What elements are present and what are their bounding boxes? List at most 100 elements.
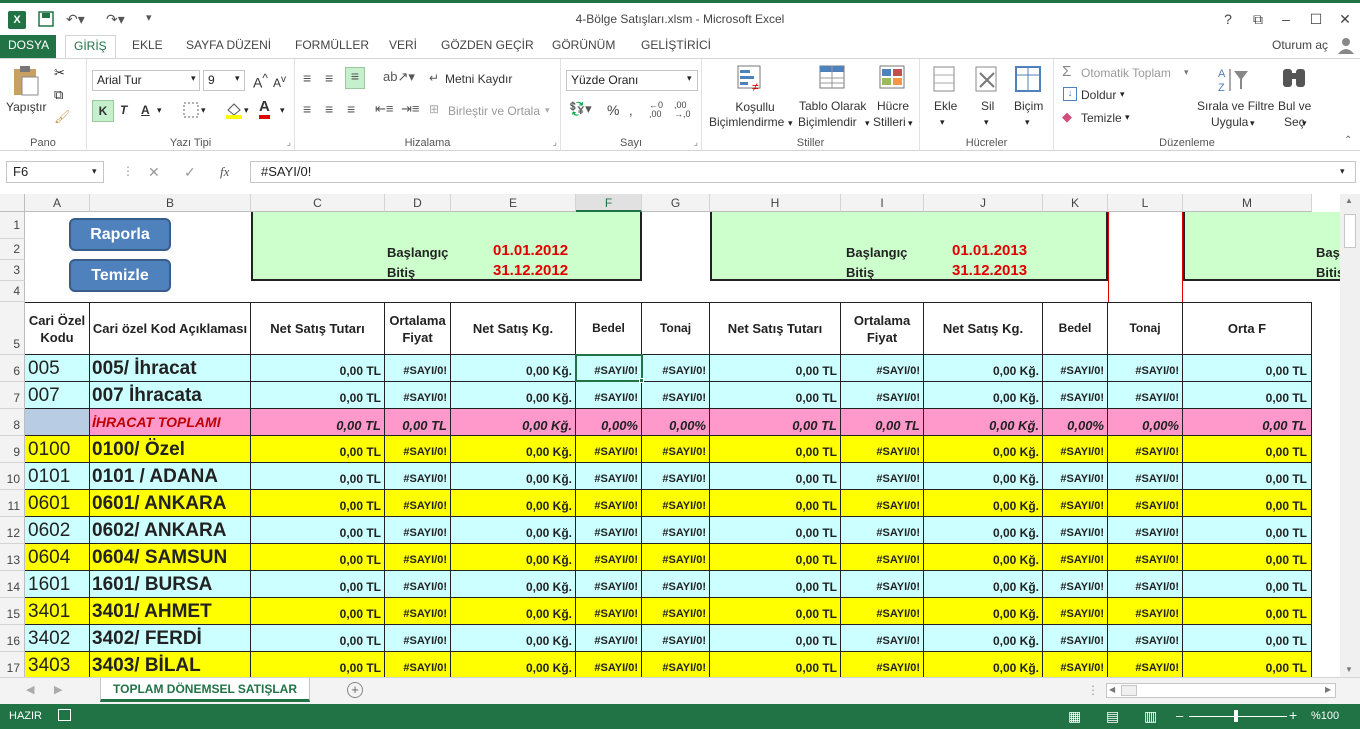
border-icon[interactable] xyxy=(183,102,199,121)
table-cell-m[interactable]: 0,00 TL#SA xyxy=(1183,355,1312,382)
table-cell-i[interactable]: #SAYI/0! xyxy=(841,625,924,652)
font-name-box[interactable]: Arial Tur xyxy=(92,70,200,91)
name-box-dropdown-icon[interactable]: ▾ xyxy=(92,166,97,177)
cari-description-cell[interactable]: İHRACAT TOPLAMI xyxy=(90,409,251,436)
row-header-6[interactable]: 6 xyxy=(0,355,25,382)
tab-file[interactable]: DOSYA xyxy=(0,35,56,58)
table-cell-l[interactable]: #SAYI/0! xyxy=(1108,382,1183,409)
conditional-format-label-1[interactable]: Koşullu xyxy=(730,99,780,115)
cari-description-cell[interactable]: 007 İhracata xyxy=(90,382,251,409)
wrap-text-button[interactable]: Metni Kaydır xyxy=(445,72,512,86)
table-cell-d[interactable]: #SAYI/0! xyxy=(385,490,451,517)
row-header-17[interactable]: 17 xyxy=(0,652,25,677)
table-cell-e[interactable]: 0,00 Kğ. xyxy=(451,409,576,436)
table-cell-e[interactable]: 0,00 Kğ. xyxy=(451,463,576,490)
table-cell-l[interactable]: 0,00% xyxy=(1108,409,1183,436)
format-painter-icon[interactable]: 🖌 xyxy=(54,109,71,125)
underline-button[interactable]: A xyxy=(141,103,150,117)
table-cell-d[interactable]: #SAYI/0! xyxy=(385,652,451,677)
find-select-label-1[interactable]: Bul ve xyxy=(1278,99,1311,113)
vertical-scrollbar[interactable]: ▲ ▼ xyxy=(1340,194,1360,677)
paste-button[interactable]: Yapıştır xyxy=(6,100,46,114)
table-cell-j[interactable]: 0,00 Kğ. xyxy=(924,652,1043,677)
column-header-c[interactable]: C xyxy=(251,194,385,212)
number-format-dropdown-icon[interactable]: ▾ xyxy=(687,73,692,84)
table-cell-l[interactable]: #SAYI/0! xyxy=(1108,598,1183,625)
cell-styles-label-1[interactable]: Hücre xyxy=(877,99,909,113)
cari-code-cell[interactable]: 0602 xyxy=(25,517,90,544)
cari-code-cell[interactable]: 007 xyxy=(25,382,90,409)
table-cell-i[interactable]: #SAYI/0! xyxy=(841,436,924,463)
table-cell-h[interactable]: 0,00 TL xyxy=(710,625,841,652)
cari-code-cell[interactable] xyxy=(25,409,90,436)
row-header-12[interactable]: 12 xyxy=(0,517,25,544)
table-cell-k[interactable]: #SAYI/0! xyxy=(1043,463,1108,490)
find-select-dropdown-icon[interactable]: ▾ xyxy=(1302,118,1307,129)
table-cell-f[interactable]: #SAYI/0! xyxy=(576,571,642,598)
copy-icon[interactable]: ⧉ xyxy=(54,87,63,103)
table-cell-e[interactable]: 0,00 Kğ. xyxy=(451,490,576,517)
table-cell-c[interactable]: 0,00 TL xyxy=(251,625,385,652)
table-cell-j[interactable]: 0,00 Kğ. xyxy=(924,382,1043,409)
user-avatar-icon[interactable] xyxy=(1336,35,1356,58)
cell-styles-icon[interactable] xyxy=(878,64,908,97)
format-as-table-dropdown-icon[interactable]: ▾ xyxy=(865,118,870,129)
wrap-text-icon[interactable]: ↵ xyxy=(429,71,439,85)
fill-button[interactable]: Doldur xyxy=(1081,88,1116,102)
clear-icon[interactable]: ◆ xyxy=(1062,109,1072,125)
table-cell-h[interactable]: 0,00 TL xyxy=(710,409,841,436)
table-cell-i[interactable]: 0,00 TL xyxy=(841,409,924,436)
table-cell-m[interactable]: 0,00 TL#SA xyxy=(1183,436,1312,463)
delete-dropdown-icon[interactable]: ▾ xyxy=(984,117,989,128)
decrease-indent-icon[interactable]: ⇤≡ xyxy=(375,101,393,117)
row-header-7[interactable]: 7 xyxy=(0,382,25,409)
table-cell-i[interactable]: #SAYI/0! xyxy=(841,382,924,409)
insert-function-icon[interactable]: fx xyxy=(220,164,229,180)
number-dialog-launcher-icon[interactable]: ⌟ xyxy=(694,137,698,148)
table-cell-h[interactable]: 0,00 TL xyxy=(710,490,841,517)
table-cell-g[interactable]: #SAYI/0! xyxy=(642,382,710,409)
table-cell-g[interactable]: #SAYI/0! xyxy=(642,490,710,517)
scroll-right-icon[interactable]: ▶ xyxy=(1325,685,1331,694)
shrink-font-icon[interactable]: Av xyxy=(273,74,286,90)
table-cell-g[interactable]: #SAYI/0! xyxy=(642,463,710,490)
format-as-table-label-2[interactable]: Biçimlendir xyxy=(798,115,857,129)
tab-review[interactable]: GÖZDEN GEÇİR xyxy=(433,35,542,58)
insert-button[interactable]: Ekle xyxy=(934,99,957,113)
font-color-dropdown-icon[interactable]: ▾ xyxy=(280,105,285,116)
table-cell-c[interactable]: 0,00 TL xyxy=(251,517,385,544)
table-cell-j[interactable]: 0,00 Kğ. xyxy=(924,517,1043,544)
table-cell-e[interactable]: 0,00 Kğ. xyxy=(451,436,576,463)
cut-icon[interactable]: ✂ xyxy=(54,65,65,81)
conditional-format-dropdown-icon[interactable]: ▾ xyxy=(788,118,793,129)
table-cell-j[interactable]: 0,00 Kğ. xyxy=(924,490,1043,517)
normal-view-icon[interactable]: ▦ xyxy=(1068,708,1081,725)
table-cell-d[interactable]: #SAYI/0! xyxy=(385,355,451,382)
increase-indent-icon[interactable]: ⇥≡ xyxy=(401,101,419,117)
format-dropdown-icon[interactable]: ▾ xyxy=(1025,117,1030,128)
sort-filter-dropdown-icon[interactable]: ▾ xyxy=(1250,118,1255,129)
column-header-a[interactable]: A xyxy=(25,194,90,212)
sort-filter-icon[interactable]: AZ xyxy=(1216,65,1250,98)
expand-formula-bar-icon[interactable]: ▾ xyxy=(1340,166,1345,177)
table-cell-f[interactable]: #SAYI/0! xyxy=(576,652,642,677)
column-header-e[interactable]: E xyxy=(451,194,576,212)
table-cell-d[interactable]: #SAYI/0! xyxy=(385,517,451,544)
align-left-icon[interactable]: ≡ xyxy=(303,101,311,117)
table-cell-c[interactable]: 0,00 TL xyxy=(251,544,385,571)
table-cell-d[interactable]: #SAYI/0! xyxy=(385,382,451,409)
table-cell-i[interactable]: #SAYI/0! xyxy=(841,517,924,544)
format-as-table-label-1[interactable]: Tablo Olarak xyxy=(799,99,866,113)
fill-dropdown-icon[interactable]: ▾ xyxy=(1120,89,1125,100)
table-cell-j[interactable]: 0,00 Kğ. xyxy=(924,463,1043,490)
table-cell-g[interactable]: #SAYI/0! xyxy=(642,517,710,544)
zoom-out-icon[interactable]: – xyxy=(1176,708,1183,723)
table-cell-e[interactable]: 0,00 Kğ. xyxy=(451,598,576,625)
cari-description-cell[interactable]: 0601/ ANKARA xyxy=(90,490,251,517)
collapse-ribbon-icon[interactable]: ⌃ xyxy=(1344,135,1352,146)
cari-description-cell[interactable]: 0100/ Özel xyxy=(90,436,251,463)
table-cell-d[interactable]: #SAYI/0! xyxy=(385,544,451,571)
ribbon-display-icon[interactable]: ⧉ xyxy=(1246,11,1270,28)
row-header-10[interactable]: 10 xyxy=(0,463,25,490)
cell-styles-dropdown-icon[interactable]: ▾ xyxy=(908,118,913,129)
